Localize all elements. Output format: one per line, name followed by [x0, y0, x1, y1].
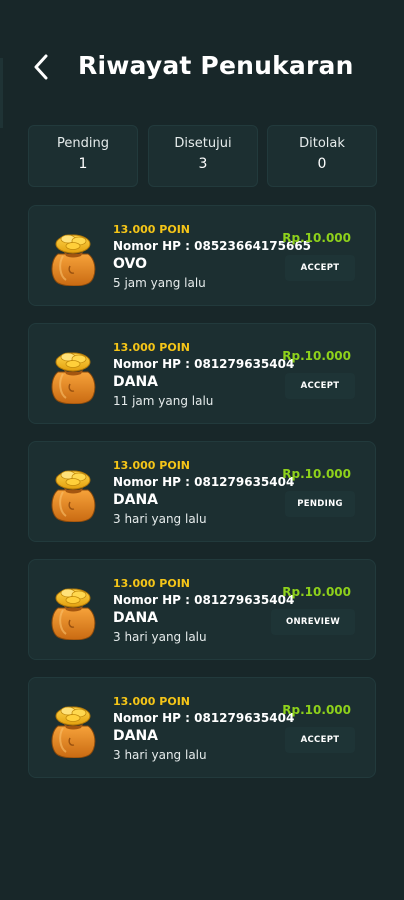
phone-number: Nomor HP : 081279635404	[113, 711, 295, 725]
money-bag-icon	[48, 584, 98, 640]
amount: Rp.10.000	[282, 585, 351, 599]
amount: Rp.10.000	[282, 349, 351, 363]
provider-name: DANA	[113, 610, 159, 626]
money-bag-icon	[48, 702, 98, 758]
history-card[interactable]: 13.000 POIN Nomor HP : 081279635404 DANA…	[28, 677, 376, 778]
stat-rejected[interactable]: Ditolak 0	[267, 125, 377, 187]
history-card[interactable]: 13.000 POIN Nomor HP : 081279635404 DANA…	[28, 441, 376, 542]
history-card[interactable]: 13.000 POIN Nomor HP : 08523664175665 OV…	[28, 205, 376, 306]
timestamp: 5 jam yang lalu	[113, 276, 206, 290]
points-label: 13.000 POIN	[113, 341, 190, 354]
points-label: 13.000 POIN	[113, 459, 190, 472]
chevron-left-icon	[33, 54, 49, 84]
timestamp: 3 hari yang lalu	[113, 630, 207, 644]
amount: Rp.10.000	[282, 231, 351, 245]
stat-value: 0	[317, 156, 327, 172]
status-badge[interactable]: ONREVIEW	[271, 609, 355, 635]
provider-name: DANA	[113, 374, 159, 390]
status-badge[interactable]: ACCEPT	[285, 727, 355, 753]
phone-number: Nomor HP : 081279635404	[113, 357, 295, 371]
points-label: 13.000 POIN	[113, 223, 190, 236]
points-label: 13.000 POIN	[113, 577, 190, 590]
stat-label: Ditolak	[299, 136, 345, 151]
stat-label: Pending	[57, 136, 109, 151]
status-badge[interactable]: ACCEPT	[285, 255, 355, 281]
money-bag-icon	[48, 230, 98, 286]
stat-value: 3	[198, 156, 208, 172]
header: Riwayat Penukaran	[0, 0, 404, 128]
money-bag-icon	[48, 466, 98, 522]
timestamp: 11 jam yang lalu	[113, 394, 214, 408]
timestamp: 3 hari yang lalu	[113, 512, 207, 526]
status-badge[interactable]: ACCEPT	[285, 373, 355, 399]
amount: Rp.10.000	[282, 703, 351, 717]
provider-name: DANA	[113, 728, 159, 744]
back-button[interactable]	[26, 52, 56, 86]
stat-approved[interactable]: Disetujui 3	[148, 125, 258, 187]
points-label: 13.000 POIN	[113, 695, 190, 708]
amount: Rp.10.000	[282, 467, 351, 481]
stat-label: Disetujui	[174, 136, 232, 151]
drawer-edge	[0, 58, 3, 128]
provider-name: OVO	[113, 256, 148, 272]
page-title: Riwayat Penukaran	[78, 51, 354, 80]
phone-number: Nomor HP : 081279635404	[113, 475, 295, 489]
provider-name: DANA	[113, 492, 159, 508]
history-card[interactable]: 13.000 POIN Nomor HP : 081279635404 DANA…	[28, 559, 376, 660]
stats-summary: Pending 1 Disetujui 3 Ditolak 0	[28, 125, 377, 187]
phone-number: Nomor HP : 081279635404	[113, 593, 295, 607]
timestamp: 3 hari yang lalu	[113, 748, 207, 762]
history-card[interactable]: 13.000 POIN Nomor HP : 081279635404 DANA…	[28, 323, 376, 424]
money-bag-icon	[48, 348, 98, 404]
stat-pending[interactable]: Pending 1	[28, 125, 138, 187]
stat-value: 1	[78, 156, 88, 172]
status-badge[interactable]: PENDING	[285, 491, 355, 517]
